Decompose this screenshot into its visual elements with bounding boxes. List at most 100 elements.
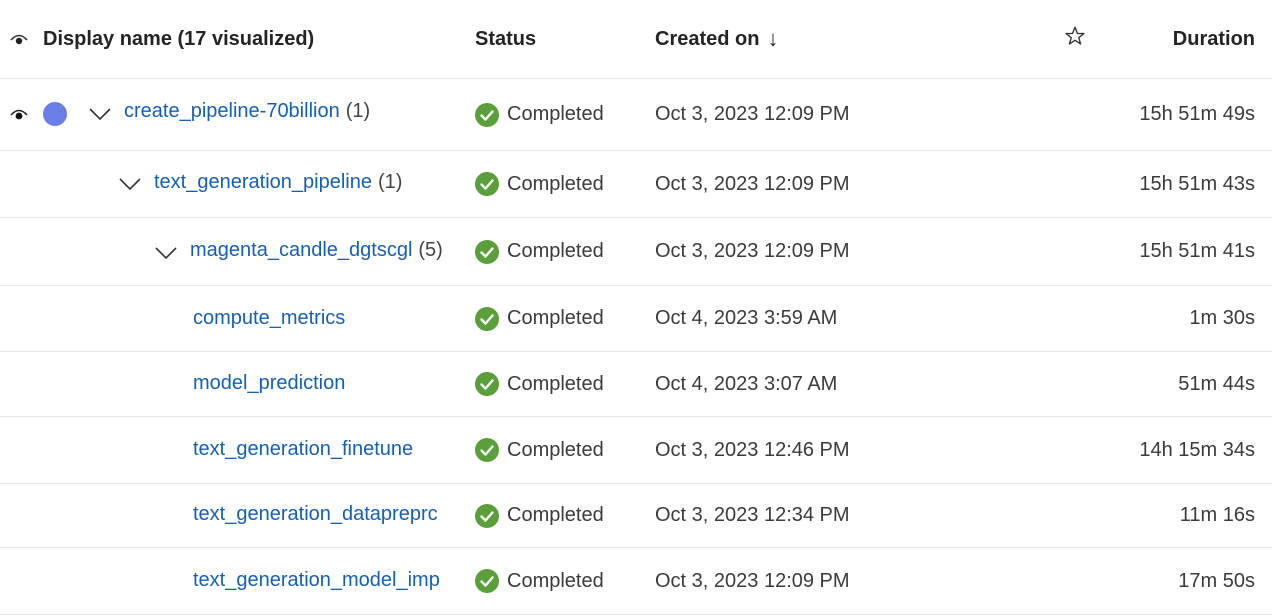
eye-icon[interactable]: [8, 28, 30, 50]
status-cell: Completed: [475, 218, 645, 285]
run-link[interactable]: text_generation_pipeline: [154, 171, 372, 194]
created-cell: Oct 4, 2023 3:59 AM: [655, 286, 1035, 351]
name-cell: model_prediction: [0, 352, 460, 416]
created-header-label: Created on: [655, 27, 760, 50]
name-cell: compute_metrics: [0, 286, 460, 351]
chevron-down-icon[interactable]: [117, 176, 143, 192]
duration-cell: 51m 44s: [1178, 352, 1255, 416]
duration-text: 15h 51m 49s: [1139, 103, 1255, 125]
check-circle-icon: [475, 172, 499, 196]
name-cell: create_pipeline-70billion (1): [0, 79, 460, 150]
check-circle-icon: [475, 438, 499, 462]
status-text: Completed: [507, 103, 604, 125]
run-name: text_generation_datapreprc: [193, 503, 438, 526]
column-header-status[interactable]: Status: [475, 0, 645, 78]
run-link[interactable]: magenta_candle_dgtscgl: [190, 239, 412, 262]
check-circle-icon: [475, 569, 499, 593]
duration-cell: 15h 51m 41s: [1139, 218, 1255, 285]
name-cell: text_generation_datapreprc: [0, 484, 460, 547]
duration-text: 14h 15m 34s: [1139, 438, 1255, 461]
run-name: compute_metrics: [193, 307, 345, 330]
column-header-display-name[interactable]: Display name (17 visualized): [0, 0, 460, 78]
column-header-created-on[interactable]: Created on ↓: [655, 0, 1035, 78]
run-link[interactable]: text_generation_datapreprc: [193, 503, 438, 526]
table-row[interactable]: compute_metrics Completed Oct 4, 2023 3:…: [0, 286, 1272, 352]
run-name: create_pipeline-70billion (1): [124, 100, 370, 123]
run-link[interactable]: text_generation_finetune: [193, 438, 413, 461]
created-text: Oct 4, 2023 3:59 AM: [655, 307, 838, 329]
duration-text: 51m 44s: [1178, 372, 1255, 395]
duration-cell: 17m 50s: [1178, 548, 1255, 614]
name-cell: text_generation_model_imp: [0, 548, 460, 614]
child-count: (1): [377, 171, 403, 193]
status-text: Completed: [507, 307, 604, 329]
star-outline-icon[interactable]: [1064, 25, 1086, 53]
created-text: Oct 3, 2023 12:09 PM: [655, 172, 850, 195]
table-row[interactable]: model_prediction Completed Oct 4, 2023 3…: [0, 352, 1272, 417]
run-name: text_generation_model_imp: [193, 569, 440, 592]
created-text: Oct 3, 2023 12:09 PM: [655, 569, 850, 592]
duration-cell: 11m 16s: [1180, 484, 1255, 547]
name-cell: magenta_candle_dgtscgl (5): [0, 218, 460, 285]
duration-cell: 15h 51m 43s: [1139, 151, 1255, 217]
status-cell: Completed: [475, 352, 645, 416]
chevron-down-icon[interactable]: [87, 106, 113, 122]
run-link[interactable]: compute_metrics: [193, 307, 345, 330]
status-text: Completed: [507, 240, 604, 262]
run-link[interactable]: text_generation_model_imp: [193, 569, 440, 592]
run-link[interactable]: model_prediction: [193, 372, 345, 395]
table-row[interactable]: magenta_candle_dgtscgl (5) Completed Oct…: [0, 218, 1272, 286]
column-header-favorite[interactable]: [1060, 0, 1090, 78]
created-text: Oct 4, 2023 3:07 AM: [655, 372, 838, 395]
status-text: Completed: [507, 172, 604, 195]
status-cell: Completed: [475, 79, 645, 150]
status-header-label: Status: [475, 27, 537, 50]
duration-text: 17m 50s: [1178, 569, 1255, 592]
check-circle-icon: [475, 306, 499, 331]
table-row[interactable]: text_generation_finetune Completed Oct 3…: [0, 417, 1272, 484]
status-text: Completed: [507, 372, 604, 395]
table-header: Display name (17 visualized) Status Crea…: [0, 0, 1272, 79]
created-cell: Oct 3, 2023 12:09 PM: [655, 151, 1035, 217]
child-count: (5): [418, 239, 443, 261]
column-header-duration[interactable]: Duration: [1173, 0, 1255, 78]
status-text: Completed: [507, 504, 604, 526]
check-circle-icon: [475, 503, 499, 528]
name-cell: text_generation_finetune: [0, 417, 460, 483]
run-name: text_generation_pipeline (1): [154, 171, 402, 194]
duration-header-label: Duration: [1172, 27, 1255, 50]
run-link[interactable]: create_pipeline-70billion: [124, 100, 340, 123]
created-cell: Oct 3, 2023 12:09 PM: [655, 218, 1035, 285]
check-circle-icon: [475, 372, 499, 396]
duration-text: 15h 51m 41s: [1139, 240, 1255, 262]
check-circle-icon: [475, 102, 499, 127]
eye-icon[interactable]: [8, 103, 30, 125]
created-cell: Oct 4, 2023 3:07 AM: [655, 352, 1035, 416]
run-name: text_generation_finetune: [193, 438, 413, 461]
status-cell: Completed: [475, 286, 645, 351]
duration-cell: 14h 15m 34s: [1139, 417, 1255, 483]
status-cell: Completed: [475, 151, 645, 217]
created-text: Oct 3, 2023 12:34 PM: [655, 504, 850, 526]
duration-cell: 1m 30s: [1189, 286, 1255, 351]
created-cell: Oct 3, 2023 12:34 PM: [655, 484, 1035, 547]
child-count: (1): [345, 100, 371, 122]
status-text: Completed: [507, 569, 604, 592]
duration-text: 11m 16s: [1179, 504, 1255, 526]
status-cell: Completed: [475, 417, 645, 483]
table-row[interactable]: text_generation_pipeline (1) Completed O…: [0, 151, 1272, 218]
table-row[interactable]: text_generation_model_imp Completed Oct …: [0, 548, 1272, 615]
series-color-dot[interactable]: [43, 102, 67, 126]
created-cell: Oct 3, 2023 12:46 PM: [655, 417, 1035, 483]
chevron-down-icon[interactable]: [153, 245, 179, 261]
table-row[interactable]: create_pipeline-70billion (1) Completed …: [0, 79, 1272, 151]
created-cell: Oct 3, 2023 12:09 PM: [655, 79, 1035, 150]
created-text: Oct 3, 2023 12:09 PM: [655, 103, 850, 125]
created-cell: Oct 3, 2023 12:09 PM: [655, 548, 1035, 614]
status-text: Completed: [507, 438, 604, 461]
duration-cell: 15h 51m 49s: [1139, 79, 1255, 150]
table-row[interactable]: text_generation_datapreprc Completed Oct…: [0, 484, 1272, 548]
created-text: Oct 3, 2023 12:46 PM: [655, 438, 850, 461]
arrow-down-icon[interactable]: ↓: [767, 26, 778, 52]
check-circle-icon: [475, 239, 499, 264]
